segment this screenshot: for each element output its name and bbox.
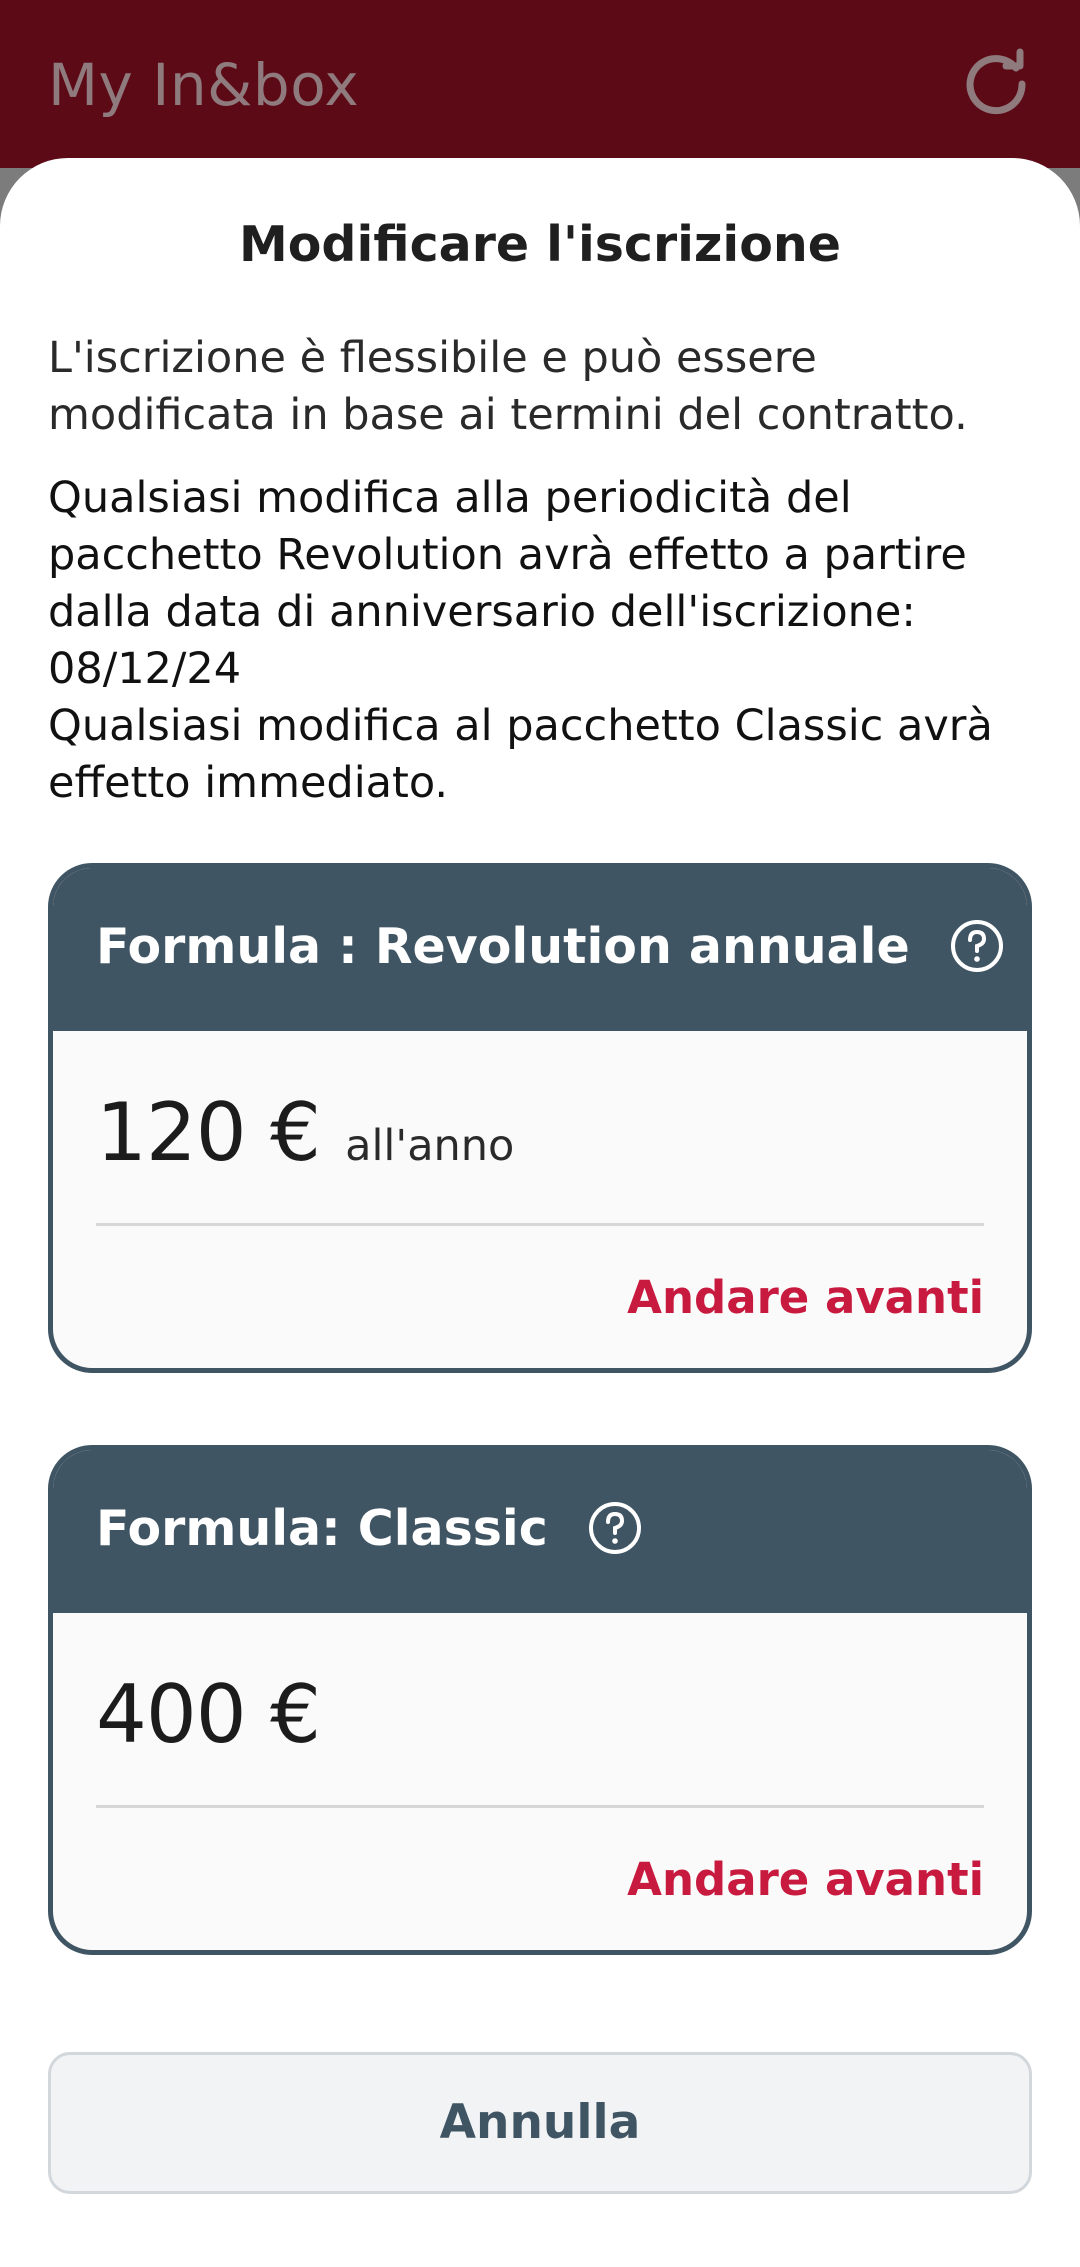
notice-text: Qualsiasi modifica alla periodicità del … [48, 470, 1048, 812]
plan-card-classic: Formula: Classic 400 € Andare avanti [48, 1445, 1032, 1955]
refresh-icon[interactable] [960, 48, 1032, 120]
app-header: My In&box [0, 0, 1080, 168]
help-circle-icon[interactable] [949, 918, 1005, 974]
plan-title-label: Formula: Classic [96, 1500, 548, 1557]
plan-title-label: Formula : Revolution annuale [96, 918, 910, 975]
price-row: 400 € [96, 1670, 340, 1760]
plan-card-header: Formula : Revolution annuale [53, 868, 1027, 1031]
card-divider [96, 1223, 984, 1226]
plan-title: Formula : Revolution annuale [96, 914, 1005, 980]
plan-price: 400 € [96, 1668, 321, 1761]
help-circle-icon[interactable] [587, 1500, 643, 1556]
plan-price: 120 € [96, 1086, 321, 1179]
plan-title: Formula: Classic [96, 1496, 643, 1562]
plan-period: all'anno [345, 1121, 515, 1171]
plan-card-revolution: Formula : Revolution annuale 120 € all'a… [48, 863, 1032, 1373]
plan-card-header: Formula: Classic [53, 1450, 1027, 1613]
continue-button[interactable]: Andare avanti [627, 1850, 984, 1910]
app-title: My In&box [48, 51, 360, 119]
notice-revolution: Qualsiasi modifica alla periodicità del … [48, 473, 967, 694]
card-divider [96, 1805, 984, 1808]
cancel-button[interactable]: Annulla [48, 2052, 1032, 2194]
continue-button[interactable]: Andare avanti [627, 1268, 984, 1328]
price-row: 120 € all'anno [96, 1088, 514, 1178]
notice-classic: Qualsiasi modifica al pacchetto Classic … [48, 701, 993, 808]
intro-text: L'iscrizione è flessibile e può essere m… [48, 333, 968, 440]
sheet-title: Modificare l'iscrizione [238, 216, 842, 273]
